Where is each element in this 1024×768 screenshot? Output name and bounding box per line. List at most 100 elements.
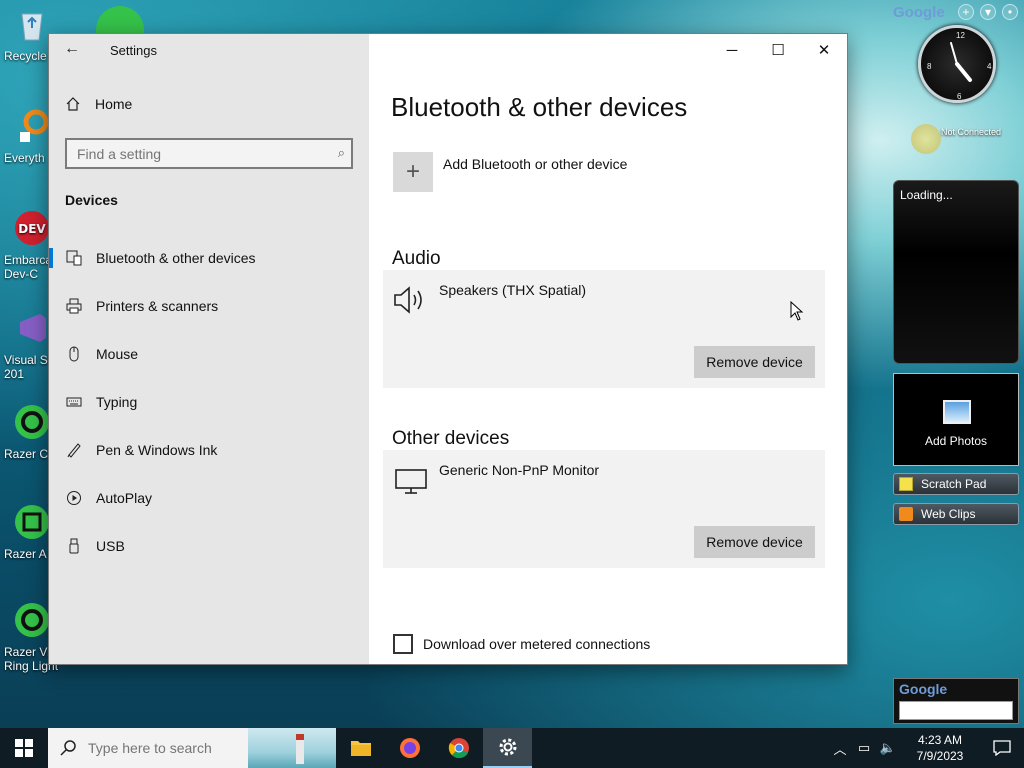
other-device-name: Generic Non-PnP Monitor (439, 462, 600, 478)
audio-device-card[interactable]: Speakers (THX Spatial) Remove device (383, 270, 825, 388)
audio-section-title: Audio (392, 248, 441, 269)
sidebar-item-label: AutoPlay (96, 490, 153, 506)
devcpp-icon: DEV (15, 211, 49, 245)
note-icon (899, 477, 913, 491)
sidebar-item-label: Bluetooth & other devices (96, 250, 256, 266)
desktop-icon-label: Everyth (4, 151, 45, 165)
desktop-icon-razer-cortex[interactable]: Razer C (4, 404, 49, 461)
gadget-close-icon[interactable]: • (1002, 4, 1018, 20)
settings-window: ← Settings Home ⌕ Devices Bluetooth & ot… (48, 33, 848, 665)
sidebar-item-label: USB (96, 538, 125, 554)
weather-status: Not Connected (941, 127, 1002, 137)
settings-sidebar: ← Settings Home ⌕ Devices Bluetooth & ot… (49, 34, 369, 664)
taskbar-search[interactable] (48, 728, 336, 768)
clock-gadget[interactable]: 12 4 6 8 (918, 25, 996, 103)
taskbar-file-explorer[interactable] (336, 728, 385, 768)
plus-icon: + (393, 152, 433, 192)
other-device-card[interactable]: Generic Non-PnP Monitor Remove device (383, 450, 825, 568)
home-icon (66, 97, 80, 111)
recycle-bin-icon (21, 13, 43, 41)
monitor-icon (395, 469, 427, 494)
settings-content: Bluetooth & other devices + Add Bluetoot… (369, 66, 847, 664)
start-button[interactable] (0, 728, 48, 768)
usb-icon (65, 537, 83, 555)
sidebar-item-autoplay[interactable]: AutoPlay (49, 474, 369, 522)
razer-axon-icon (15, 505, 49, 539)
add-device-button[interactable]: + Add Bluetooth or other device (393, 152, 627, 192)
google-search-gadget: Google (893, 678, 1019, 724)
find-setting-input[interactable] (67, 140, 317, 167)
sidebar-item-usb[interactable]: USB (49, 522, 369, 570)
metered-label: Download over metered connections (423, 636, 651, 652)
desktop-icon-visual-studio[interactable]: Visual S 201 (4, 310, 48, 381)
razer-cortex-icon (15, 405, 49, 439)
sidebar-item-mouse[interactable]: Mouse (49, 330, 369, 378)
window-controls: ─ ☐ ✕ (709, 34, 847, 66)
metered-connections-option[interactable]: Download over metered connections (393, 634, 650, 654)
scratch-pad-gadget[interactable]: Scratch Pad (893, 473, 1019, 495)
search-icon (60, 740, 76, 756)
network-icon[interactable]: ▭ (852, 740, 876, 756)
devices-nav: Bluetooth & other devices Printers & sca… (49, 234, 369, 570)
title-bar: ← Settings (49, 34, 369, 66)
desktop-icon-embarcadero[interactable]: DEV Embarca Dev-C (4, 210, 52, 281)
desktop-icon-recycle-bin[interactable]: Recycle (4, 6, 48, 63)
slideshow-gadget[interactable]: Add Photos (893, 373, 1019, 466)
google-search-input[interactable] (899, 701, 1013, 720)
sidebar-home[interactable]: Home (65, 96, 132, 112)
razer-partial-icon[interactable] (96, 6, 144, 36)
sidebar-item-label: Printers & scanners (96, 298, 219, 314)
gadget-add-icon[interactable]: + (958, 4, 974, 20)
google-gadget-logo: Google (893, 4, 945, 21)
find-setting-search[interactable]: ⌕ (65, 138, 353, 169)
desktop-icon-label: Embarca Dev-C (4, 253, 53, 281)
photo-icon (943, 400, 971, 424)
section-devices: Devices (65, 192, 118, 208)
desktop-icon-label: Razer C (4, 447, 49, 461)
web-clips-label: Web Clips (921, 507, 976, 521)
web-clips-gadget[interactable]: Web Clips (893, 503, 1019, 525)
firefox-icon (399, 738, 420, 758)
mouse-cursor-icon (790, 301, 804, 321)
sidebar-item-pen[interactable]: Pen & Windows Ink (49, 426, 369, 474)
taskbar-firefox[interactable] (385, 728, 434, 768)
metered-checkbox[interactable] (393, 634, 413, 654)
show-hidden-icons-icon[interactable]: ︿ (828, 739, 852, 758)
desktop-icon-razer-axon[interactable]: Razer A (4, 504, 49, 561)
taskbar-date: 7/9/2023 (916, 749, 964, 763)
feed-gadget[interactable]: Loading... (893, 180, 1019, 364)
taskbar-search-input[interactable] (88, 740, 248, 756)
action-center-button[interactable] (980, 728, 1024, 768)
page-title: Bluetooth & other devices (391, 92, 688, 122)
add-photos-label: Add Photos (924, 434, 988, 448)
sidebar-item-typing[interactable]: Typing (49, 378, 369, 426)
close-button[interactable]: ✕ (801, 34, 847, 66)
desktop-icon-everything[interactable]: Everyth (4, 108, 49, 165)
remove-other-device-button[interactable]: Remove device (694, 526, 815, 558)
volume-icon[interactable]: 🔈 (876, 740, 900, 756)
search-icon[interactable]: ⌕ (338, 145, 345, 161)
taskbar-clock[interactable]: 4:23 AM 7/9/2023 (900, 732, 980, 764)
bluetooth-keyboard-icon (65, 249, 83, 267)
sidebar-item-printers[interactable]: Printers & scanners (49, 282, 369, 330)
folder-icon (350, 741, 371, 756)
gadget-menu-icon[interactable]: ▾ (980, 4, 996, 20)
printer-icon (65, 297, 83, 315)
remove-audio-device-button[interactable]: Remove device (694, 346, 815, 378)
taskbar: ︿ ▭ 🔈 4:23 AM 7/9/2023 (0, 728, 1024, 768)
feed-gadget-status: Loading... (900, 188, 953, 202)
back-button[interactable]: ← (61, 40, 83, 60)
taskbar-chrome[interactable] (434, 728, 483, 768)
maximize-button[interactable]: ☐ (755, 34, 801, 66)
other-devices-section-title: Other devices (392, 428, 510, 449)
desktop-icon-label: Recycle (4, 49, 47, 63)
sidebar-item-bluetooth[interactable]: Bluetooth & other devices (49, 234, 369, 282)
visual-studio-icon (20, 314, 46, 342)
desktop-icon-label: Razer A (4, 547, 47, 561)
taskbar-settings[interactable] (483, 728, 532, 768)
chrome-icon (448, 738, 469, 759)
minimize-button[interactable]: ─ (709, 34, 755, 66)
sidebar-item-label: Mouse (96, 346, 139, 362)
home-label: Home (95, 96, 133, 112)
razer-ring-light-icon (15, 603, 49, 637)
